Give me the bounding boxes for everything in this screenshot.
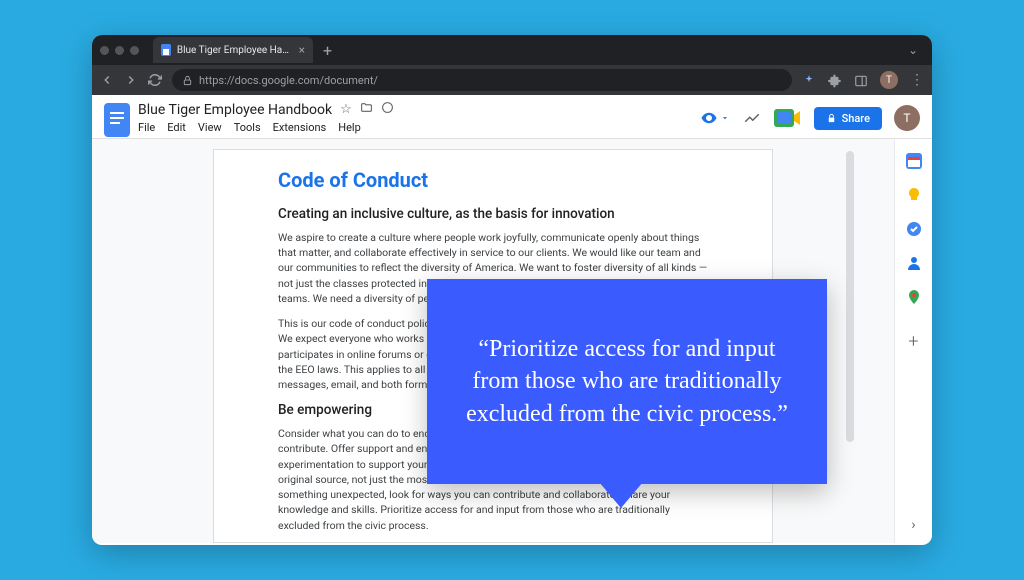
tabs-overflow-icon[interactable]: ⌄ [908,43,924,57]
docs-actions: Share T [700,105,920,131]
history-icon[interactable] [742,108,762,128]
maps-icon[interactable] [906,289,922,305]
menu-tools[interactable]: Tools [234,121,261,134]
menu-edit[interactable]: Edit [167,121,186,134]
lock-icon [826,113,837,124]
docs-title-area: Blue Tiger Employee Handbook ☆ File Edit… [138,101,692,138]
extensions-icon[interactable] [828,73,842,87]
tab-title: Blue Tiger Employee Handbook [177,45,291,56]
url-field[interactable]: https://docs.google.com/document/ [172,69,792,91]
new-tab-button[interactable]: + [323,41,332,60]
menu-help[interactable]: Help [338,121,361,134]
side-panel: + › [894,139,932,543]
collapse-panel-icon[interactable]: › [911,517,915,533]
tab-strip: Blue Tiger Employee Handbook × + ⌄ [92,35,932,65]
eye-icon [700,109,718,127]
url-text: https://docs.google.com/document/ [199,74,378,87]
window-close-dot[interactable] [100,46,109,55]
url-right-icons: T ⋮ [802,71,924,89]
tasks-icon[interactable] [906,221,922,237]
menu-extensions[interactable]: Extensions [273,121,327,134]
dropdown-icon [720,113,730,123]
forward-icon[interactable] [124,73,138,87]
browser-tab[interactable]: Blue Tiger Employee Handbook × [153,37,313,63]
quote-overlay: “Prioritize access for and input from th… [427,279,827,484]
doc-status-icon[interactable] [381,101,394,118]
docs-menubar: File Edit View Tools Extensions Help [138,121,692,138]
window-minimize-dot[interactable] [115,46,124,55]
menu-view[interactable]: View [198,121,222,134]
panel-icon[interactable] [854,73,868,87]
browser-menu-icon[interactable]: ⋮ [910,72,924,88]
calendar-icon[interactable] [906,153,922,169]
meet-icon[interactable] [774,109,802,127]
docs-logo-icon[interactable] [104,103,130,137]
quote-text: “Prioritize access for and input from th… [459,333,795,430]
add-on-icon[interactable]: + [908,331,918,352]
url-bar: https://docs.google.com/document/ T ⋮ [92,65,932,95]
share-button[interactable]: Share [814,107,882,130]
keep-icon[interactable] [906,187,922,203]
section1-title: Creating an inclusive culture, as the ba… [278,206,708,222]
window-maximize-dot[interactable] [130,46,139,55]
share-label: Share [842,112,870,125]
scrollbar-thumb[interactable] [846,151,854,442]
menu-file[interactable]: File [138,121,155,134]
move-folder-icon[interactable] [360,101,373,118]
doc-heading: Code of Conduct [278,168,708,192]
reload-icon[interactable] [148,73,162,87]
docs-favicon [161,44,171,56]
back-icon[interactable] [100,73,114,87]
scrollbar[interactable] [846,147,854,535]
browser-window: Blue Tiger Employee Handbook × + ⌄ https… [92,35,932,545]
account-avatar[interactable]: T [894,105,920,131]
profile-avatar-icon[interactable]: T [880,71,898,89]
sparkle-icon[interactable] [802,73,816,87]
star-icon[interactable]: ☆ [340,102,352,117]
document-title[interactable]: Blue Tiger Employee Handbook [138,102,332,118]
contacts-icon[interactable] [906,255,922,271]
lock-icon [182,75,193,86]
tab-close-icon[interactable]: × [299,43,305,57]
window-controls [100,46,139,55]
visibility-button[interactable] [700,109,730,127]
docs-header: Blue Tiger Employee Handbook ☆ File Edit… [92,95,932,139]
